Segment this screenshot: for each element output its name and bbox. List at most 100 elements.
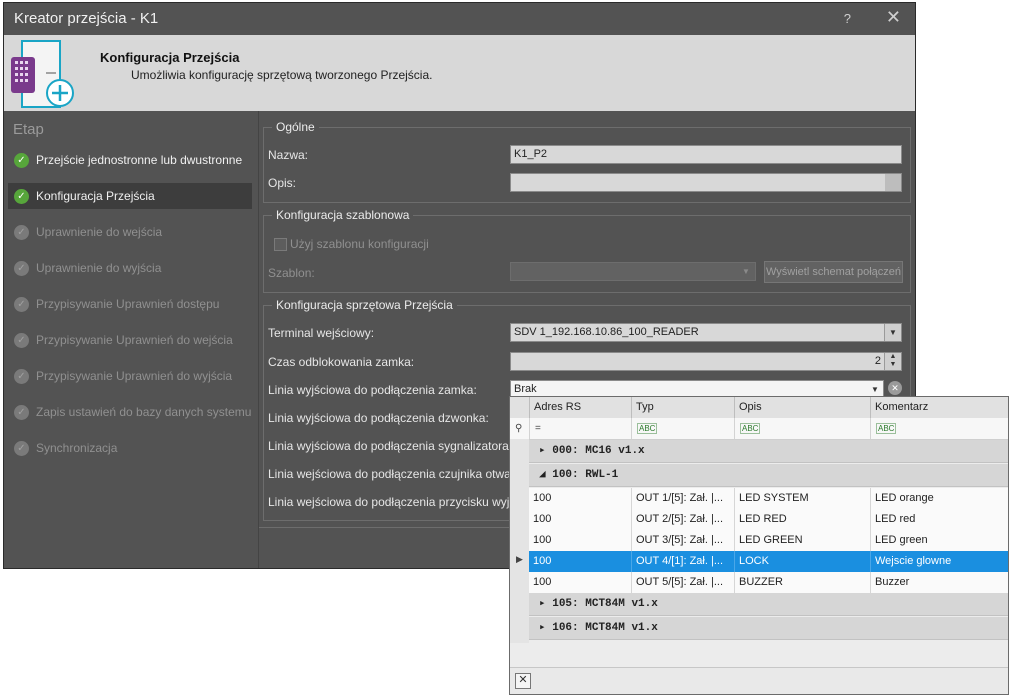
terminal-value: SDV 1_192.168.10.86_100_READER <box>514 326 699 338</box>
step-assign-access[interactable]: ✓ Przypisywanie Uprawnień dostępu <box>8 291 252 317</box>
page-title: Konfiguracja Przejścia <box>100 50 240 65</box>
table-row[interactable]: 100 OUT 5/[5]: Zał. |... BUZZER Buzzer <box>529 572 1008 594</box>
spin-arrows-icon[interactable]: ▲ ▼ <box>884 353 901 370</box>
cell-adres: 100 <box>533 555 552 567</box>
group-label: 105: MCT84M v1.x <box>552 598 658 610</box>
step-label: Przejście jednostronne lub dwustronne <box>36 153 243 167</box>
check-icon: ✓ <box>14 260 29 276</box>
title-bar: Kreator przejścia - K1 ? ✕ <box>4 3 915 35</box>
check-icon: ✓ <box>14 224 29 240</box>
general-group: Ogólne Nazwa: K1_P2 Opis: <box>263 120 911 203</box>
check-icon: ✓ <box>14 404 29 420</box>
cell-typ: OUT 4/[1]: Zał. |... <box>631 551 734 572</box>
filter-row: ⚲ = ABC ABC ABC <box>510 418 1008 440</box>
step-label: Przypisywanie Uprawnień do wejścia <box>36 333 233 347</box>
steps-heading: Etap <box>13 121 44 138</box>
column-header-adres[interactable]: Adres RS <box>529 397 631 418</box>
table-row[interactable]: 100 OUT 2/[5]: Zał. |... LED RED LED red <box>529 509 1008 531</box>
text-filter-icon: ABC <box>876 423 897 434</box>
table-row[interactable]: 100 OUT 3/[5]: Zał. |... LED GREEN LED g… <box>529 530 1008 552</box>
group-row[interactable]: ▸ 000: MC16 v1.x <box>529 440 1008 463</box>
description-label: Opis: <box>268 176 297 190</box>
step-configuration[interactable]: ✓ Konfiguracja Przejścia <box>8 183 252 209</box>
chevron-down-icon: ▼ <box>742 267 750 276</box>
lock-line-label: Linia wyjściowa do podłączenia zamka: <box>268 383 477 397</box>
text-filter-icon: ABC <box>740 423 761 434</box>
step-label: Przypisywanie Uprawnień do wyjścia <box>36 369 233 383</box>
cell-komentarz: LED green <box>870 530 1008 551</box>
step-label: Konfiguracja Przejścia <box>36 189 155 203</box>
current-row-arrow-icon: ▶ <box>516 554 523 564</box>
step-synchronization[interactable]: ✓ Synchronizacja <box>8 435 252 461</box>
group-row[interactable]: ◢ 100: RWL-1 <box>529 464 1008 487</box>
unlock-time-stepper[interactable]: 2 ▲ ▼ <box>510 352 902 371</box>
step-save-to-db[interactable]: ✓ Zapis ustawień do bazy danych systemu <box>8 399 252 425</box>
group-label: 100: RWL-1 <box>552 469 619 481</box>
close-button[interactable]: ✕ <box>886 7 901 28</box>
filter-opis[interactable]: ABC <box>734 418 870 439</box>
grid-header: Adres RS Typ Opis Komentarz <box>510 397 1008 419</box>
step-assign-entry[interactable]: ✓ Przypisywanie Uprawnień do wejścia <box>8 327 252 353</box>
close-dropdown-button[interactable]: ✕ <box>515 673 531 689</box>
filter-adres[interactable]: = <box>529 418 631 439</box>
column-header-opis[interactable]: Opis <box>734 397 870 418</box>
window-title: Kreator przejścia - K1 <box>14 10 159 27</box>
check-icon: ✓ <box>14 368 29 384</box>
name-input[interactable]: K1_P2 <box>510 145 902 164</box>
step-exit-permission[interactable]: ✓ Uprawnienie do wyjścia <box>8 255 252 281</box>
cell-adres: 100 <box>533 534 552 546</box>
step-one-or-two-sided[interactable]: ✓ Przejście jednostronne lub dwustronne <box>8 147 252 173</box>
lock-line-value: Brak <box>514 383 537 395</box>
check-icon: ✓ <box>14 296 29 312</box>
sensor-line-label: Linia wejściowa do podłączenia czujnika … <box>268 467 534 481</box>
signal-line-label: Linia wyjściowa do podłączenia sygnaliza… <box>268 439 513 453</box>
cell-opis: LED SYSTEM <box>734 488 870 509</box>
step-entry-permission[interactable]: ✓ Uprawnienie do wejścia <box>8 219 252 245</box>
table-row-selected[interactable]: 100 OUT 4/[1]: Zał. |... LOCK Wejscie gl… <box>529 551 1008 573</box>
cell-typ: OUT 5/[5]: Zał. |... <box>631 572 734 593</box>
column-header-typ[interactable]: Typ <box>631 397 734 418</box>
cell-komentarz: Wejscie glowne <box>870 551 1008 572</box>
description-scroll[interactable] <box>885 174 901 191</box>
clear-icon[interactable]: ✕ <box>888 381 902 395</box>
name-label: Nazwa: <box>268 148 309 162</box>
group-row[interactable]: ▸ 106: MCT84M v1.x <box>529 617 1008 640</box>
step-label: Przypisywanie Uprawnień dostępu <box>36 297 220 311</box>
cell-komentarz: LED orange <box>870 488 1008 509</box>
table-row[interactable]: 100 OUT 1/[5]: Zał. |... LED SYSTEM LED … <box>529 488 1008 510</box>
help-button[interactable]: ? <box>844 11 851 26</box>
cell-komentarz: LED red <box>870 509 1008 530</box>
filter-typ[interactable]: ABC <box>631 418 734 439</box>
use-template-checkbox[interactable] <box>274 238 287 251</box>
check-icon: ✓ <box>14 440 29 456</box>
filter-komentarz[interactable]: ABC <box>870 418 1008 439</box>
page-subtitle: Umożliwia konfigurację sprzętową tworzon… <box>131 68 433 82</box>
column-header-komentarz[interactable]: Komentarz <box>870 397 1008 418</box>
cell-typ: OUT 1/[5]: Zał. |... <box>631 488 734 509</box>
expand-icon: ▸ <box>539 598 546 610</box>
description-input[interactable] <box>510 173 902 192</box>
group-label: 000: MC16 v1.x <box>552 445 645 457</box>
step-assign-exit[interactable]: ✓ Przypisywanie Uprawnień do wyjścia <box>8 363 252 389</box>
show-schema-button[interactable]: Wyświetl schemat połączeń <box>764 261 903 283</box>
terminal-select[interactable]: SDV 1_192.168.10.86_100_READER ▼ <box>510 323 902 342</box>
filter-pin-icon[interactable]: ⚲ <box>510 418 529 439</box>
equals-filter-icon: = <box>535 423 541 434</box>
cell-opis: LED RED <box>734 509 870 530</box>
cell-adres: 100 <box>533 513 552 525</box>
header-indicator <box>510 397 529 418</box>
cell-komentarz: Buzzer <box>870 572 1008 593</box>
group-row[interactable]: ▸ 105: MCT84M v1.x <box>529 593 1008 616</box>
check-icon: ✓ <box>14 188 29 204</box>
chevron-down-icon[interactable]: ▼ <box>884 324 901 341</box>
template-group: Konfiguracja szablonowa Użyj szablonu ko… <box>263 208 911 293</box>
expand-icon: ▸ <box>539 622 546 634</box>
step-label: Synchronizacja <box>36 441 118 455</box>
collapse-icon: ◢ <box>539 469 546 481</box>
row-indicator-column <box>510 439 529 643</box>
button-line-label: Linia wejściowa do podłączenia przycisku… <box>268 495 535 509</box>
template-select[interactable] <box>510 262 756 281</box>
text-filter-icon: ABC <box>637 423 658 434</box>
terminal-label: Terminal wejściowy: <box>268 326 375 340</box>
step-label: Uprawnienie do wyjścia <box>36 261 162 275</box>
